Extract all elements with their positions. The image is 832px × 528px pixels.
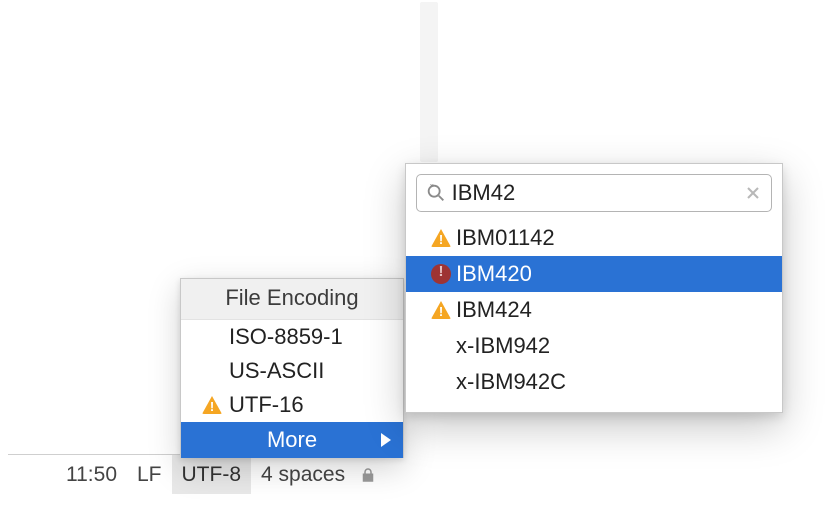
encoding-option-label: UTF-16 [227, 392, 304, 418]
clear-search-icon[interactable] [744, 185, 763, 201]
statusbar-readonly-toggle[interactable] [355, 455, 381, 494]
encoding-result-label: IBM420 [456, 261, 532, 287]
statusbar-encoding[interactable]: UTF-8 [172, 455, 252, 494]
file-encoding-popup: File Encoding ISO-8859-1 US-ASCII UTF-16… [180, 278, 404, 458]
statusbar-time[interactable]: 11:50 [56, 455, 127, 494]
warning-icon [431, 301, 451, 319]
encoding-option-us-ascii[interactable]: US-ASCII [181, 354, 403, 388]
warning-icon [431, 229, 451, 247]
encoding-option-label: ISO-8859-1 [227, 324, 343, 350]
encoding-option-label: US-ASCII [227, 358, 324, 384]
encoding-option-iso-8859-1[interactable]: ISO-8859-1 [181, 320, 403, 354]
statusbar-indent[interactable]: 4 spaces [251, 455, 355, 494]
error-icon [431, 264, 451, 284]
encoding-search-input[interactable] [448, 180, 744, 206]
search-icon [425, 182, 448, 204]
statusbar-time-label: 11:50 [66, 463, 117, 487]
statusbar-encoding-label: UTF-8 [182, 463, 242, 487]
encoding-result-ibm424[interactable]: IBM424 [406, 292, 782, 328]
statusbar-indent-label: 4 spaces [261, 463, 345, 487]
status-bar: 11:50 LF UTF-8 4 spaces [8, 454, 400, 494]
chevron-right-icon [381, 427, 391, 453]
encoding-result-label: IBM424 [456, 297, 532, 323]
encoding-result-ibm420[interactable]: IBM420 [406, 256, 782, 292]
statusbar-line-separator[interactable]: LF [127, 455, 172, 494]
encoding-result-label: IBM01142 [456, 225, 555, 251]
editor-scrollbar[interactable] [420, 2, 438, 162]
statusbar-line-separator-label: LF [137, 463, 162, 487]
encoding-result-label: x-IBM942 [456, 333, 550, 359]
encoding-more-label: More [267, 427, 317, 453]
encoding-more-submenu[interactable]: More [181, 422, 403, 458]
encoding-result-x-ibm942c[interactable]: x-IBM942C [406, 364, 782, 400]
encoding-search-popup: IBM01142 IBM420 IBM424 x-IBM942 x-IBM942… [405, 163, 783, 413]
warning-icon [202, 396, 222, 414]
encoding-result-label: x-IBM942C [456, 369, 566, 395]
encoding-result-x-ibm942[interactable]: x-IBM942 [406, 328, 782, 364]
file-encoding-title: File Encoding [181, 279, 403, 320]
encoding-search-box[interactable] [416, 174, 772, 212]
lock-icon [359, 466, 377, 484]
encoding-option-utf-16[interactable]: UTF-16 [181, 388, 403, 422]
encoding-result-ibm01142[interactable]: IBM01142 [406, 220, 782, 256]
